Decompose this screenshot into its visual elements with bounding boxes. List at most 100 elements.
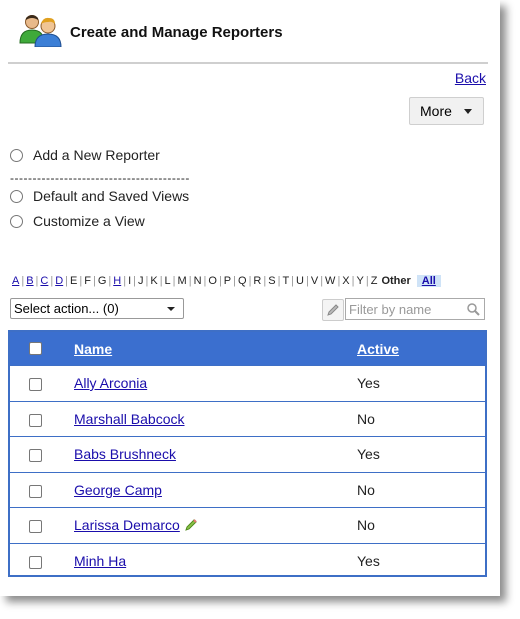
alpha-divider: | (305, 275, 309, 287)
reporter-name-link[interactable]: Babs Brushneck (74, 446, 176, 462)
active-status: No (357, 517, 375, 533)
active-status: Yes (357, 552, 380, 569)
pencil-icon[interactable] (184, 518, 198, 532)
alpha-letter-r: R (253, 275, 262, 287)
alpha-all[interactable]: All (416, 275, 441, 287)
row-checkbox[interactable] (29, 484, 42, 498)
alpha-other[interactable]: Other (381, 275, 410, 287)
alpha-letter-e: E (70, 275, 78, 287)
more-label: More (420, 103, 452, 119)
option-add-reporter[interactable]: Add a New Reporter (10, 147, 160, 163)
back-link[interactable]: Back (455, 70, 486, 86)
select-action-dropdown[interactable]: Select action... (0) (10, 298, 184, 319)
alpha-letter-i: I (128, 275, 132, 287)
alpha-letter-z: Z (370, 275, 378, 287)
alpha-divider: | (108, 275, 112, 287)
alpha-letter-u: U (296, 275, 304, 287)
active-status: No (357, 481, 375, 498)
row-checkbox[interactable] (29, 449, 42, 462)
alphabet-filter: A | B | C | D | E | F | G | H | I | J | K | L | M | N | O | P | Q | R | S | T |… (12, 275, 441, 287)
alpha-divider: | (123, 275, 127, 287)
alpha-divider: | (337, 275, 341, 287)
main-panel: Create and Manage Reporters Back More Ad… (0, 0, 500, 596)
reporter-name-link[interactable]: George Camp (74, 482, 162, 498)
alpha-letter-a[interactable]: A (12, 275, 19, 287)
alpha-divider: | (218, 275, 222, 287)
option-label: Customize a View (33, 213, 145, 229)
table-header: Name Active (10, 332, 485, 365)
alpha-divider: | (172, 275, 176, 287)
table-row: George Camp No (10, 471, 485, 508)
alpha-divider: | (248, 275, 252, 287)
option-default-views[interactable]: Default and Saved Views (10, 188, 189, 204)
option-customize-view[interactable]: Customize a View (10, 213, 145, 229)
table-row: Babs Brushneck Yes (10, 436, 485, 472)
alpha-letter-h[interactable]: H (113, 275, 121, 287)
filter-by-name-input[interactable] (349, 300, 461, 318)
chevron-down-icon (463, 108, 472, 114)
alpha-letter-l: L (164, 275, 171, 287)
alpha-letter-t: T (282, 275, 290, 287)
alpha-divider: | (50, 275, 54, 287)
select-all-checkbox[interactable] (29, 342, 42, 355)
alpha-letter-g: G (97, 275, 107, 287)
alpha-divider: | (35, 275, 39, 287)
alpha-divider: | (92, 275, 96, 287)
users-icon (18, 13, 64, 52)
page-title: Create and Manage Reporters (70, 23, 283, 41)
row-checkbox[interactable] (29, 555, 42, 569)
alpha-divider: | (145, 275, 149, 287)
alpha-divider: | (351, 275, 355, 287)
radio-customize-view[interactable] (10, 214, 23, 228)
alpha-divider: | (65, 275, 69, 287)
reporter-name-link[interactable]: Larissa Demarco (74, 517, 180, 533)
reporter-name-link[interactable]: Minh Ha (74, 553, 126, 569)
alpha-letter-k: K (150, 275, 158, 287)
alpha-letter-q: Q (238, 275, 247, 287)
option-label: Add a New Reporter (33, 147, 160, 163)
active-status: Yes (357, 375, 380, 391)
column-header-active[interactable]: Active (357, 341, 399, 357)
alpha-letter-p: P (223, 275, 232, 287)
reporters-table: Name Active Ally Arconia Yes Marshall Babc… (8, 330, 487, 577)
table-row: Larissa Demarco No (10, 507, 485, 543)
table-row: Ally Arconia Yes (10, 365, 485, 401)
alpha-divider: | (320, 275, 324, 287)
edit-button[interactable] (322, 299, 344, 321)
row-checkbox[interactable] (29, 520, 42, 533)
alpha-letter-s: S (268, 275, 276, 287)
column-header-name[interactable]: Name (74, 341, 112, 357)
alpha-divider: | (188, 275, 192, 287)
alpha-letter-j: J (137, 275, 144, 287)
alpha-divider: | (233, 275, 236, 287)
alpha-divider: | (277, 275, 281, 287)
options-separator: ---------------------------------------- (10, 171, 190, 185)
option-label: Default and Saved Views (33, 188, 190, 204)
alpha-letter-d[interactable]: D (55, 275, 63, 287)
alpha-divider: | (79, 275, 83, 287)
filter-box (345, 298, 485, 320)
radio-add-reporter[interactable] (10, 148, 23, 162)
alpha-divider: | (365, 275, 369, 287)
alpha-divider: | (21, 275, 25, 287)
row-checkbox[interactable] (29, 413, 42, 427)
page-header: Create and Manage Reporters (18, 14, 283, 50)
alpha-letter-b[interactable]: B (26, 275, 33, 287)
more-button[interactable]: More (409, 97, 484, 125)
alpha-divider: | (263, 275, 267, 287)
reporter-name-link[interactable]: Ally Arconia (74, 375, 147, 391)
active-status: No (357, 410, 375, 427)
alpha-letter-c[interactable]: C (40, 275, 48, 287)
radio-default-views[interactable] (10, 189, 23, 203)
header-divider (8, 62, 488, 64)
reporter-name-link[interactable]: Marshall Babcock (74, 411, 185, 427)
search-icon[interactable] (466, 302, 481, 322)
alpha-letter-y: Y (356, 275, 364, 287)
active-status: Yes (357, 446, 380, 462)
alpha-letter-n: N (193, 275, 202, 287)
row-checkbox[interactable] (29, 378, 42, 391)
table-row: Minh Ha Yes (10, 542, 485, 579)
alpha-divider: | (159, 275, 163, 287)
alpha-letter-f: F (84, 275, 91, 287)
table-body: Ally Arconia Yes Marshall Babcock No Babs Br… (10, 365, 485, 578)
